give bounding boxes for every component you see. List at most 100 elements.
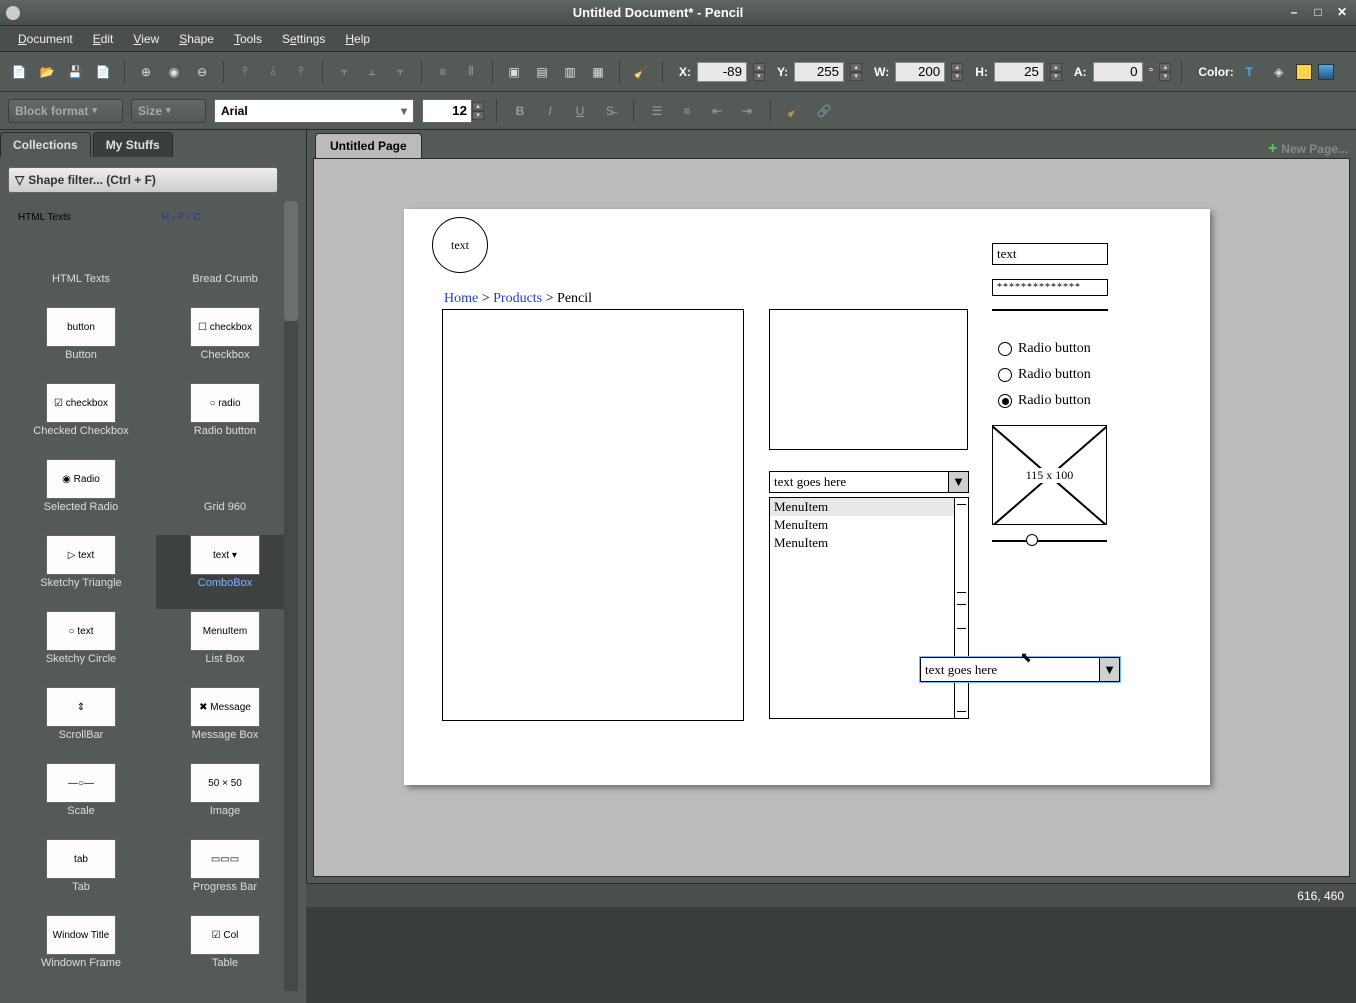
fontsize-down[interactable]: ▾ — [472, 111, 484, 120]
fill-color-icon[interactable]: ◈ — [1268, 61, 1290, 83]
fill-color-swatch[interactable] — [1318, 64, 1334, 80]
shape-palette-item[interactable]: Grid 960 — [156, 459, 294, 533]
new-page-button[interactable]: +New Page... — [1268, 140, 1348, 158]
menu-document[interactable]: Document — [10, 29, 81, 49]
sidebar-scrollbar[interactable] — [284, 201, 298, 991]
shape-palette-item[interactable]: buttonButton — [12, 307, 150, 381]
bullet-list-icon[interactable]: ☰ — [646, 100, 668, 122]
shape-palette-item[interactable]: ⇕ScrollBar — [12, 687, 150, 761]
shape-breadcrumb[interactable]: Home > Products > Pencil — [444, 291, 592, 307]
h-input[interactable] — [994, 62, 1044, 82]
strike-icon[interactable]: S̶ — [599, 100, 621, 122]
shape-palette-item[interactable]: ✖ MessageMessage Box — [156, 687, 294, 761]
shape-slider[interactable] — [992, 533, 1107, 547]
block-format-combo[interactable]: Block format▾ — [8, 99, 123, 123]
stroke-color-swatch[interactable] — [1296, 64, 1312, 80]
shape-palette-item[interactable]: ○ textSketchy Circle — [12, 611, 150, 685]
align-top-icon[interactable]: ⫟ — [333, 61, 355, 83]
w-down[interactable]: ▾ — [951, 72, 963, 81]
clear-format-icon[interactable]: 🧹 — [783, 100, 805, 122]
canvas[interactable]: text Home > Products > Pencil text *****… — [313, 158, 1350, 877]
shape-combobox-1[interactable]: text goes here▼ — [769, 471, 969, 493]
tab-collections[interactable]: Collections — [0, 132, 91, 157]
shape-radio-1[interactable]: Radio button — [998, 341, 1091, 357]
y-up[interactable]: ▴ — [850, 63, 862, 72]
send-backward-icon[interactable]: ▥ — [559, 61, 581, 83]
w-input[interactable] — [895, 62, 945, 82]
bold-icon[interactable]: B — [509, 100, 531, 122]
shape-palette-item[interactable]: tabTab — [12, 839, 150, 913]
shape-palette-item[interactable]: Bread Crumb — [156, 231, 294, 305]
shape-palette-item[interactable]: MenuItemList Box — [156, 611, 294, 685]
a-input[interactable] — [1093, 62, 1143, 82]
font-combo[interactable]: Arial▾ — [214, 99, 414, 123]
list-item[interactable]: MenuItem — [770, 516, 968, 534]
remove-format-icon[interactable]: 🧹 — [630, 61, 652, 83]
shape-rectangle-2[interactable] — [769, 309, 968, 450]
distribute-h-icon[interactable]: ≡ — [432, 61, 454, 83]
x-input[interactable] — [697, 62, 747, 82]
shape-palette-item[interactable]: ▷ textSketchy Triangle — [12, 535, 150, 609]
indent-icon[interactable]: ⇥ — [736, 100, 758, 122]
x-up[interactable]: ▴ — [753, 63, 765, 72]
shape-radio-2[interactable]: Radio button — [998, 367, 1091, 383]
shape-palette-item[interactable]: HTML Texts — [12, 231, 150, 305]
zoom-in-icon[interactable]: ⊕ — [135, 61, 157, 83]
shape-palette-item[interactable]: ◉ RadioSelected Radio — [12, 459, 150, 533]
outdent-icon[interactable]: ⇤ — [706, 100, 728, 122]
shape-combobox-2-selected[interactable]: text goes here▼ — [920, 657, 1120, 682]
w-up[interactable]: ▴ — [951, 63, 963, 72]
shape-palette-item[interactable]: ▭▭▭Progress Bar — [156, 839, 294, 913]
shape-sketchy-circle[interactable]: text — [432, 217, 488, 273]
shape-rectangle-1[interactable] — [442, 309, 744, 721]
align-center-h-icon[interactable]: ⫰ — [262, 61, 284, 83]
number-list-icon[interactable]: ≡ — [676, 100, 698, 122]
maximize-button[interactable]: □ — [1310, 5, 1326, 21]
font-size-input[interactable] — [422, 99, 472, 123]
fontsize-up[interactable]: ▴ — [472, 102, 484, 111]
close-button[interactable]: ✕ — [1334, 5, 1350, 21]
listbox-scrollbar[interactable] — [954, 498, 968, 718]
shape-palette-item[interactable]: ○ radioRadio button — [156, 383, 294, 457]
send-back-icon[interactable]: ▦ — [587, 61, 609, 83]
align-right-icon[interactable]: ⫯ — [290, 61, 312, 83]
shape-palette-item[interactable]: Window TitleWindown Frame — [12, 915, 150, 989]
menu-shape[interactable]: Shape — [171, 29, 222, 49]
h-up[interactable]: ▴ — [1050, 63, 1062, 72]
bring-front-icon[interactable]: ▣ — [503, 61, 525, 83]
shape-palette-item[interactable]: ☑ checkboxChecked Checkbox — [12, 383, 150, 457]
menu-tools[interactable]: Tools — [226, 29, 270, 49]
x-down[interactable]: ▾ — [753, 72, 765, 81]
zoom-out-icon[interactable]: ⊖ — [191, 61, 213, 83]
shape-hr[interactable] — [992, 309, 1108, 311]
shape-palette-item[interactable]: —○—Scale — [12, 763, 150, 837]
shape-palette-item[interactable]: 50 × 50Image — [156, 763, 294, 837]
shape-password-input[interactable]: ************** — [992, 279, 1108, 296]
new-doc-icon[interactable]: 📄 — [8, 61, 30, 83]
underline-icon[interactable]: U — [569, 100, 591, 122]
link-icon[interactable]: 🔗 — [813, 100, 835, 122]
align-bottom-icon[interactable]: ⫟ — [389, 61, 411, 83]
a-down[interactable]: ▾ — [1159, 72, 1171, 81]
italic-icon[interactable]: I — [539, 100, 561, 122]
size-combo[interactable]: Size▾ — [131, 99, 206, 123]
zoom-reset-icon[interactable]: ◉ — [163, 61, 185, 83]
h-down[interactable]: ▾ — [1050, 72, 1062, 81]
shape-radio-3[interactable]: Radio button — [998, 393, 1091, 409]
save-doc-icon[interactable]: 💾 — [64, 61, 86, 83]
menu-help[interactable]: Help — [337, 29, 378, 49]
menu-view[interactable]: View — [125, 29, 167, 49]
distribute-v-icon[interactable]: ⦀ — [460, 61, 482, 83]
shape-filter-input[interactable]: ▽ Shape filter... (Ctrl + F) — [8, 167, 278, 193]
text-color-icon[interactable]: T▪ — [1240, 61, 1262, 83]
menu-edit[interactable]: Edit — [85, 29, 122, 49]
shape-palette-item[interactable]: ☑ ColTable — [156, 915, 294, 989]
shape-palette-item[interactable]: ☐ checkboxCheckbox — [156, 307, 294, 381]
a-up[interactable]: ▴ — [1159, 63, 1171, 72]
shape-palette-item[interactable]: text ▾ComboBox — [156, 535, 294, 609]
align-left-icon[interactable]: ⫯ — [234, 61, 256, 83]
tab-mystuffs[interactable]: My Stuffs — [93, 132, 173, 157]
list-item[interactable]: MenuItem — [770, 498, 968, 516]
shape-listbox[interactable]: MenuItem MenuItem MenuItem — [769, 497, 969, 719]
list-item[interactable]: MenuItem — [770, 534, 968, 552]
